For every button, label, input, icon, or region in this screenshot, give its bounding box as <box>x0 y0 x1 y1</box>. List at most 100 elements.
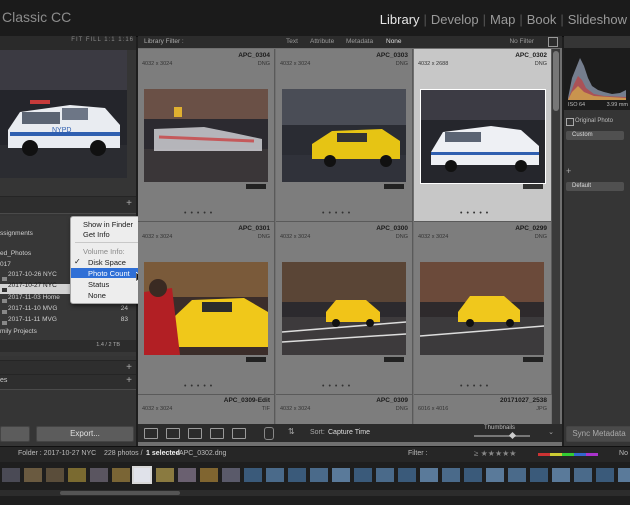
cell-filename: 20171027_2538 <box>500 397 547 404</box>
folder-row[interactable]: 2017-11-10 MVG <box>8 305 57 312</box>
volume-bar: 1.4 / 2 TB <box>0 340 136 352</box>
navigator-zoom-options[interactable]: FIT FILL 1:1 1:16 <box>71 37 134 43</box>
cell-filename: APC_0299 <box>515 225 547 232</box>
folder-row[interactable]: 2017-10-26 NYC <box>8 271 57 278</box>
add-publish-plus-icon[interactable]: + <box>126 375 132 386</box>
grid-cell[interactable]: APC_0309 4032 x 3024 DNG <box>276 395 413 424</box>
metadata-preset-select[interactable]: Default <box>566 182 624 191</box>
app-title: Classic CC <box>2 9 72 25</box>
grid-cell[interactable]: APC_0309-Edit 4032 x 3024 TIF <box>138 395 275 424</box>
grid-cell[interactable]: APC_0301 4032 x 3024 DNG ••••• <box>138 222 275 395</box>
current-file: /APC_0302.dng <box>177 450 227 457</box>
add-folder-plus-icon[interactable]: + <box>126 198 132 209</box>
add-collection-plus-icon[interactable]: + <box>126 362 132 373</box>
toolbar-menu-chevron-icon[interactable]: ⌄ <box>548 428 554 436</box>
navigator-preview[interactable]: NYPD <box>0 50 127 178</box>
tab-separator: | <box>423 12 427 27</box>
spray-can-icon[interactable] <box>264 427 274 440</box>
filter-option-attribute[interactable]: Attribute <box>310 38 334 45</box>
cell-dimensions: 6016 x 4016 <box>418 406 449 412</box>
scrollbar-thumb[interactable] <box>553 51 559 111</box>
grid-cell[interactable]: APC_0300 4032 x 3024 DNG ••••• <box>276 222 413 395</box>
grid-cell[interactable]: APC_0299 4032 x 3024 DNG ••••• <box>414 222 552 395</box>
folder-row[interactable]: 017 <box>0 261 11 268</box>
rating-dots[interactable]: ••••• <box>322 383 354 390</box>
survey-view-icon[interactable] <box>210 428 224 439</box>
rating-dots[interactable]: ••••• <box>184 210 216 217</box>
photo-thumbnail[interactable] <box>144 262 268 355</box>
slider-handle[interactable] <box>508 431 517 440</box>
grid-cell[interactable]: 20171027_2538 6016 x 4016 JPG <box>414 395 551 424</box>
photo-thumbnail[interactable] <box>144 89 268 182</box>
panel-header-folders[interactable]: + <box>0 196 136 214</box>
menu-divider <box>75 242 145 243</box>
compare-view-icon[interactable] <box>188 428 202 439</box>
star-rating-filter[interactable]: ≥ ★★★★★ <box>474 449 516 458</box>
filmstrip-thumbnails[interactable] <box>0 462 630 500</box>
filter-option-none[interactable]: None <box>386 38 402 45</box>
folder-row[interactable]: mily Projects <box>0 328 37 335</box>
filter-option-text[interactable]: Text <box>286 38 298 45</box>
rating-dots[interactable]: ••••• <box>460 210 492 217</box>
panel-header-publish[interactable]: es + <box>0 374 136 390</box>
rating-dots[interactable]: ••••• <box>460 383 492 390</box>
badge-icons <box>523 357 543 362</box>
sort-select[interactable]: Capture Time <box>328 429 370 436</box>
color-label-filter[interactable] <box>538 453 598 456</box>
import-button[interactable] <box>0 426 30 442</box>
saved-preset-select[interactable]: Custom <box>566 131 624 140</box>
grid-cell[interactable]: APC_0304 4032 x 3024 DNG ••••• <box>138 49 275 222</box>
grid-scrollbar[interactable] <box>552 49 560 424</box>
photo-thumbnail[interactable] <box>282 89 406 182</box>
export-button[interactable]: Export... <box>36 426 134 442</box>
folder-row[interactable]: 2017-11-11 MVG <box>8 316 57 323</box>
cell-format: DNG <box>395 406 408 412</box>
cell-format: DNG <box>395 61 408 67</box>
tab-develop[interactable]: Develop <box>431 12 479 27</box>
filter-preset[interactable]: No <box>619 450 628 457</box>
cell-filename: APC_0304 <box>238 52 270 59</box>
cell-dimensions: 4032 x 3024 <box>418 234 449 240</box>
grid-cell[interactable]: APC_0303 4032 x 3024 DNG ••••• <box>276 49 413 222</box>
tab-library[interactable]: Library <box>380 12 420 27</box>
filter-option-metadata[interactable]: Metadata <box>346 38 373 45</box>
grid-cell-selected[interactable]: APC_0302 4032 x 2688 DNG ••••• <box>414 49 552 222</box>
svg-text:NYPD: NYPD <box>52 127 71 134</box>
rating-dots[interactable]: ••••• <box>322 210 354 217</box>
badge-icons <box>523 184 543 189</box>
folder-icon <box>2 299 7 303</box>
lock-icon[interactable] <box>548 37 558 47</box>
cell-dimensions: 4032 x 3024 <box>280 61 311 67</box>
folder-source[interactable]: Folder : 2017-10-27 NYC <box>18 450 96 457</box>
folder-icon <box>2 321 7 325</box>
grid-toolbar: ⇅ Sort: Capture Time Thumbnails ⌄ <box>138 424 562 442</box>
photo-thumbnail[interactable] <box>282 262 406 355</box>
sync-metadata-button[interactable]: Sync Metadata <box>566 426 630 442</box>
filter-preset[interactable]: No Filter <box>509 38 534 45</box>
folder-row[interactable]: ssignments <box>0 230 33 237</box>
filmstrip[interactable] <box>0 462 630 500</box>
grid-view-icon[interactable] <box>144 428 158 439</box>
sort-direction-icon[interactable]: ⇅ <box>288 427 295 436</box>
badge-icons <box>384 357 404 362</box>
photo-thumbnail[interactable] <box>420 89 546 184</box>
folder-row[interactable]: 2017-11-03 Home <box>8 294 60 301</box>
tab-slideshow[interactable]: Slideshow <box>568 12 627 27</box>
cell-dimensions: 4032 x 3024 <box>142 406 173 412</box>
expand-plus-icon[interactable]: + <box>566 166 571 176</box>
rating-dots[interactable]: ••••• <box>184 383 216 390</box>
tab-book[interactable]: Book <box>527 12 557 27</box>
focal-length-readout: 3.99 mm <box>606 102 628 108</box>
folder-row[interactable]: ed_Photos <box>0 250 31 257</box>
sort-label: Sort: <box>310 429 325 436</box>
folder-row-selected[interactable]: 2017-10-27 NYC <box>8 282 57 289</box>
people-view-icon[interactable] <box>232 428 246 439</box>
police-car-preview-image: NYPD <box>0 50 127 178</box>
loupe-view-icon[interactable] <box>166 428 180 439</box>
tab-separator: | <box>482 12 487 27</box>
photo-thumbnail[interactable] <box>420 262 544 355</box>
thumbnail-size-slider[interactable] <box>474 431 530 440</box>
original-photo-label: Original Photo <box>575 118 614 124</box>
original-photo-checkbox[interactable] <box>566 118 574 126</box>
tab-map[interactable]: Map <box>490 12 515 27</box>
